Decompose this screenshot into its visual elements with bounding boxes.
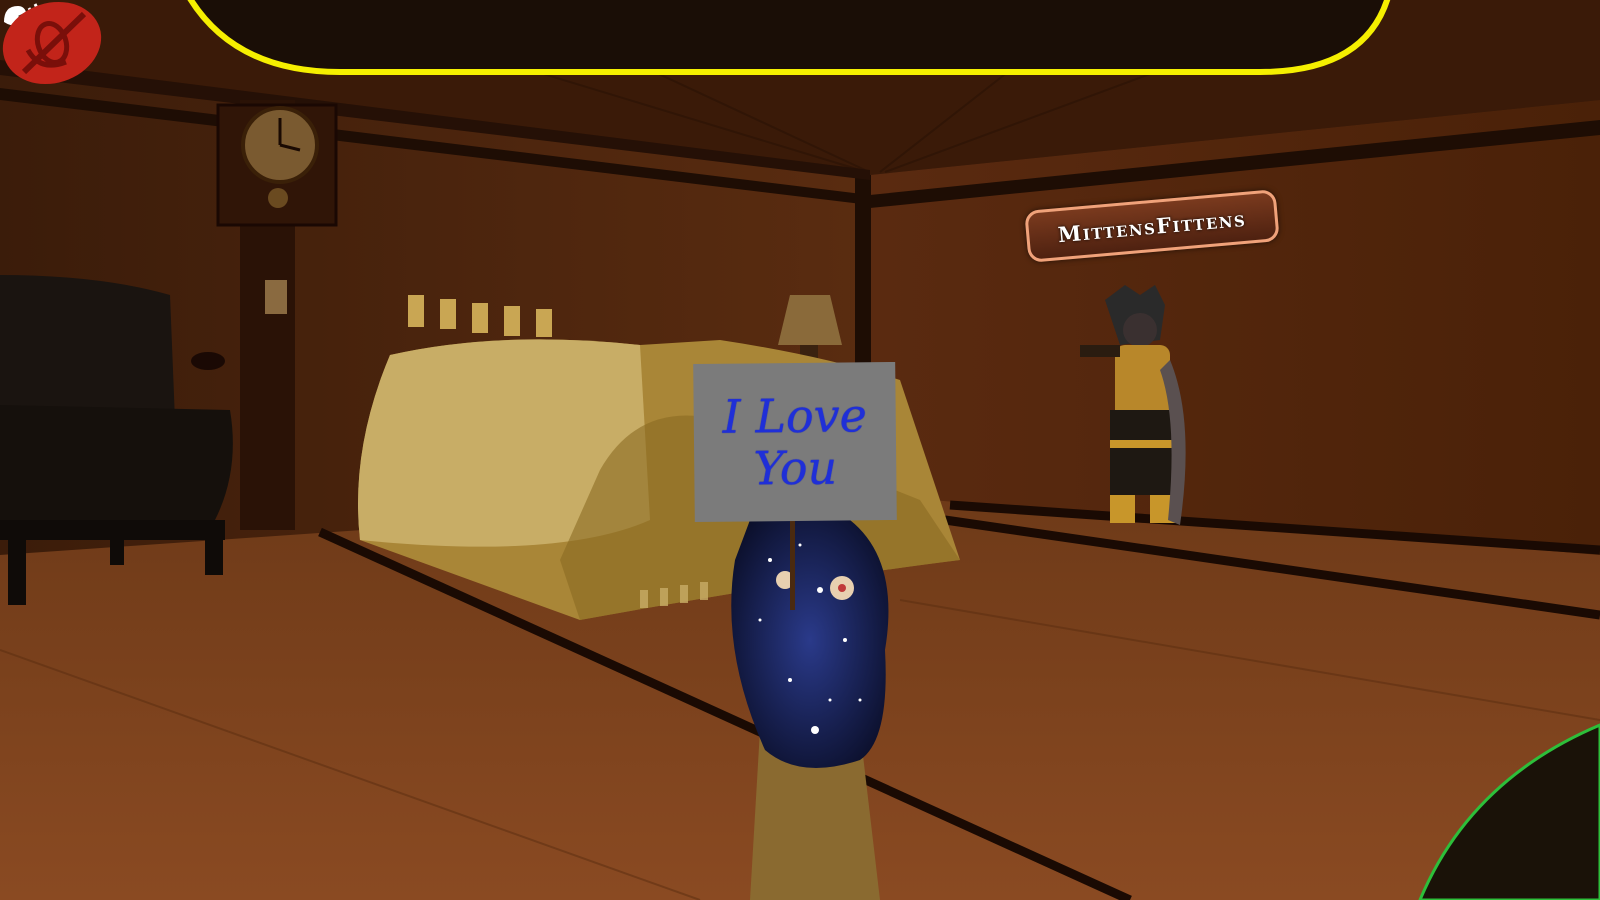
top-banner [187,0,1391,75]
microphone-muted-icon[interactable] [0,0,104,86]
wall-vent [191,352,225,370]
sign-board: I Love You [693,361,897,523]
game-viewport[interactable]: MittensFittens I Love You [0,0,1600,900]
sign-text: I Love You [722,388,868,496]
player-name: MittensFittens [1056,205,1248,247]
player-avatar-galaxy [731,512,889,900]
